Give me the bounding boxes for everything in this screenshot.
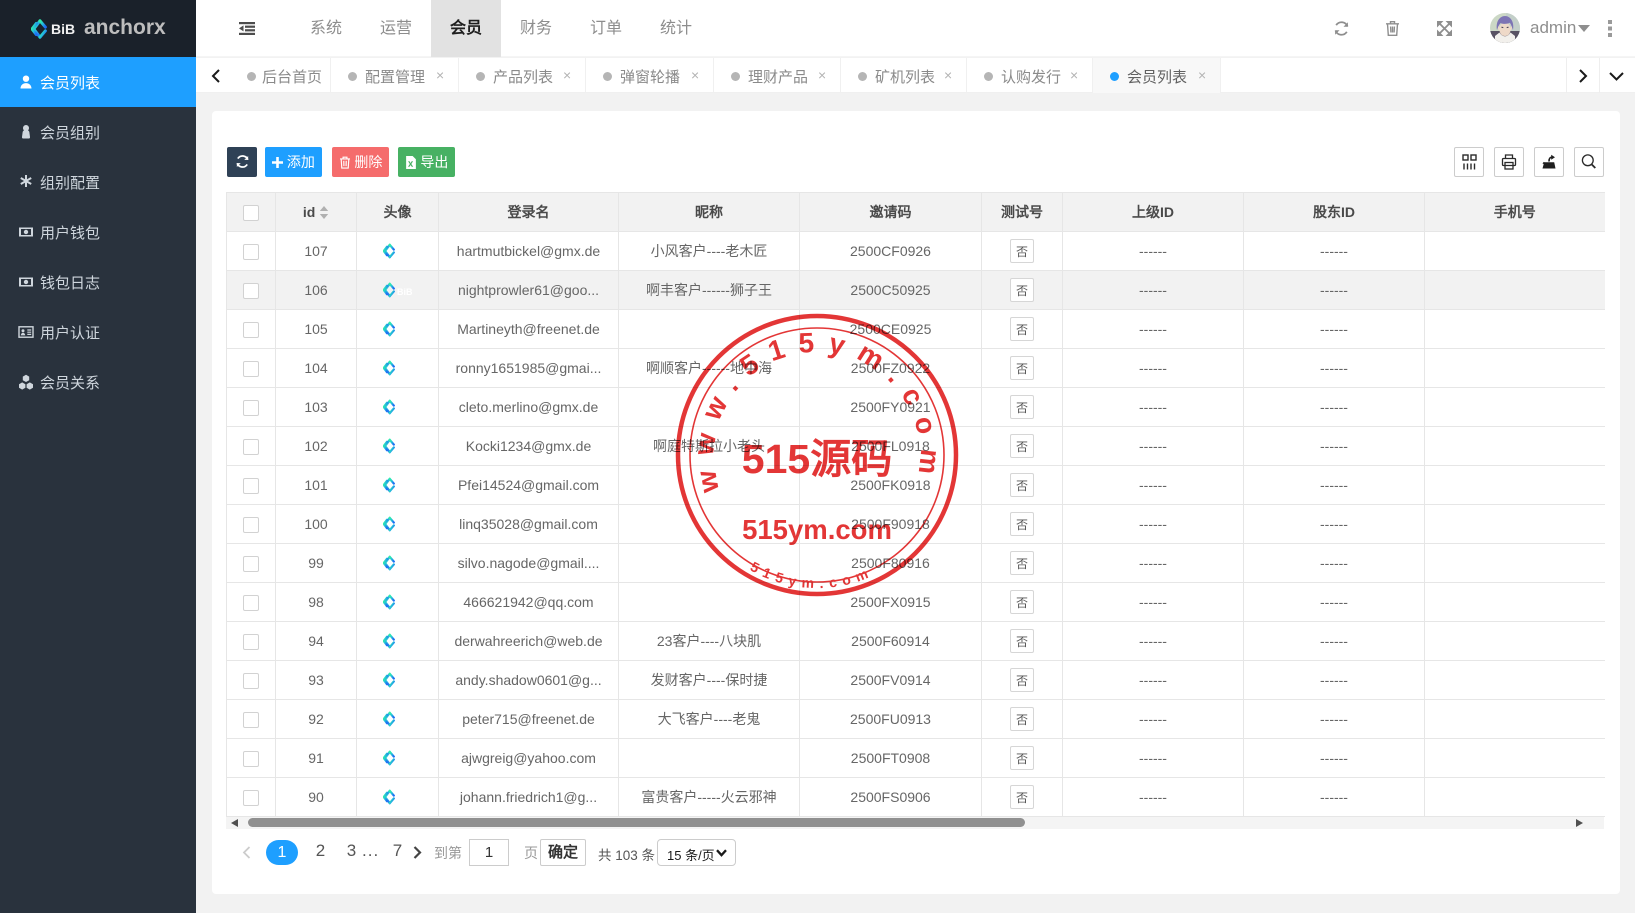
svg-text:515源码: 515源码	[742, 436, 892, 482]
svg-text:515ym.com: 515ym.com	[742, 514, 892, 545]
